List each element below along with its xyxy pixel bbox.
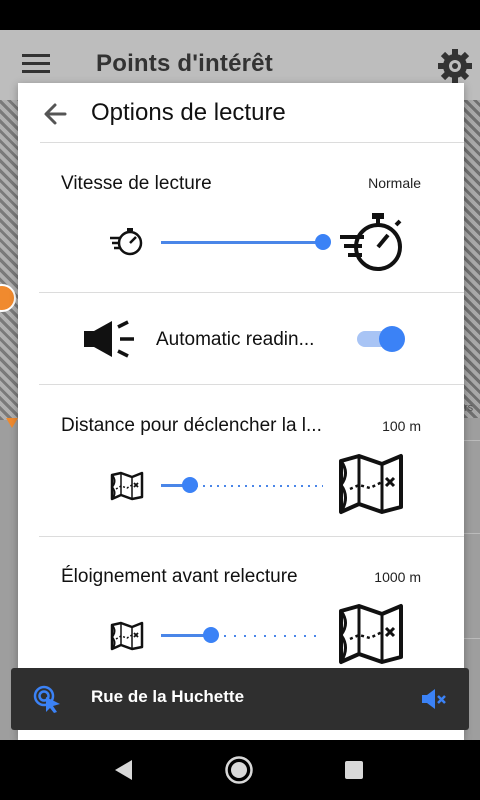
dialog-title: Options de lecture <box>91 99 286 126</box>
speed-slider-thumb[interactable] <box>315 234 331 250</box>
app-title: Points d'intérêt <box>96 50 273 77</box>
map-label-fragment: rs <box>464 402 474 414</box>
street-name: Rue de la Huchette <box>91 687 245 706</box>
map-large-icon <box>339 604 403 664</box>
list-divider <box>464 533 480 534</box>
speed-slider-track[interactable] <box>161 241 319 244</box>
speed-value: Normale <box>368 175 421 191</box>
trigger-distance-label: Distance pour déclencher la l... <box>61 415 322 436</box>
reread-slider-thumb[interactable] <box>203 627 220 643</box>
now-playing-bar[interactable]: Rue de la Huchette <box>11 668 469 730</box>
reading-options-dialog: Options de lecture Vitesse de lecture No… <box>18 83 464 740</box>
location-tap-icon[interactable] <box>33 684 63 714</box>
trigger-slider-thumb[interactable] <box>182 477 199 493</box>
nav-home-icon[interactable] <box>224 755 254 785</box>
nav-back-icon[interactable] <box>112 758 136 782</box>
header-divider <box>40 142 464 143</box>
stopwatch-fast-icon <box>340 213 402 271</box>
reread-distance-value: 1000 m <box>374 569 421 585</box>
menu-button[interactable] <box>22 54 50 78</box>
trigger-slider-ticks[interactable] <box>189 485 323 487</box>
auto-reading-toggle[interactable] <box>357 326 405 352</box>
list-divider <box>464 638 480 639</box>
trigger-distance-value: 100 m <box>382 418 421 434</box>
speed-label: Vitesse de lecture <box>61 173 212 194</box>
map-left-edge <box>0 100 18 420</box>
map-small-icon <box>110 621 144 651</box>
stopwatch-slow-icon <box>110 228 143 256</box>
back-button[interactable] <box>40 99 70 129</box>
section-divider <box>39 536 464 537</box>
reread-slider-ticks[interactable] <box>214 635 323 637</box>
section-divider <box>39 384 464 385</box>
status-bar <box>0 0 480 30</box>
orange-marker-icon <box>6 418 18 428</box>
gear-icon <box>438 49 472 83</box>
auto-reading-label: Automatic readin... <box>156 329 315 350</box>
list-divider <box>464 440 480 441</box>
map-small-icon <box>110 471 144 501</box>
map-large-icon <box>339 454 403 514</box>
dialog-header: Options de lecture <box>18 83 464 143</box>
map-right-edge <box>464 100 480 418</box>
settings-button[interactable] <box>436 47 474 85</box>
nav-recent-apps-icon[interactable] <box>344 760 364 780</box>
hamburger-icon <box>22 54 50 57</box>
speaker-icon <box>84 320 134 358</box>
reread-distance-label: Éloignement avant relecture <box>61 566 298 587</box>
arrow-left-icon <box>44 103 67 125</box>
section-divider <box>39 292 464 293</box>
navigation-bar <box>0 740 480 800</box>
volume-off-icon[interactable] <box>421 687 447 711</box>
